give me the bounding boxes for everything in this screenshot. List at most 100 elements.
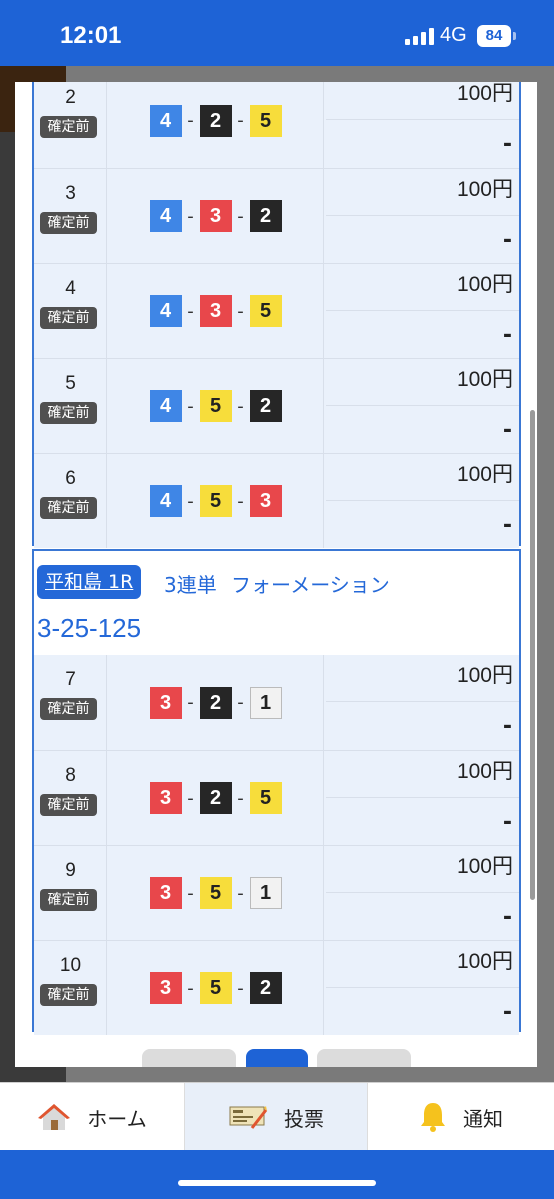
- boat-combination: 3-2-5: [108, 751, 324, 845]
- boat-number-badge: 2: [249, 972, 282, 1004]
- row-number-cell: 9 確定前: [34, 846, 107, 940]
- bet-amount: 100円: [326, 941, 519, 988]
- combination-separator: -: [237, 692, 244, 713]
- bet-amount: 100円: [326, 846, 519, 893]
- combination-separator: -: [237, 977, 244, 999]
- combination-separator: -: [187, 395, 194, 417]
- status-badge: 確定前: [40, 984, 97, 1006]
- bet-amount: 100円: [326, 655, 519, 702]
- row-number-cell: 5 確定前: [34, 359, 107, 453]
- row-number: 6: [65, 468, 76, 489]
- row-number: 9: [65, 860, 76, 881]
- bet-row: 4 確定前 4-3-5 100円 -: [34, 263, 519, 358]
- boat-number-badge: 4: [149, 295, 182, 327]
- boat-number-badge: 1: [249, 686, 282, 719]
- boat-number-badge: 2: [249, 390, 282, 422]
- boat-combination: 4-3-2: [108, 169, 324, 263]
- payout-value: -: [502, 132, 512, 157]
- bet-amount: 100円: [326, 454, 519, 501]
- bet-row: 10 確定前 3-5-2 100円 -: [34, 940, 519, 1035]
- boat-number-badge: 2: [249, 200, 282, 232]
- boat-number-badge: 4: [149, 390, 182, 422]
- home-indicator[interactable]: [178, 1180, 376, 1186]
- boat-number-badge: 4: [149, 200, 182, 232]
- boat-number-badge: 5: [249, 295, 282, 327]
- combination-separator: -: [187, 110, 194, 131]
- tab-home[interactable]: ホーム: [0, 1083, 185, 1151]
- boat-number-badge: 3: [199, 295, 232, 327]
- tab-home-label: ホーム: [87, 1106, 147, 1131]
- combination-separator: -: [187, 300, 194, 322]
- status-badge: 確定前: [40, 116, 97, 138]
- payout-value: -: [502, 905, 512, 930]
- boat-number-badge: 4: [149, 104, 182, 137]
- bet-type-label: 3連単: [164, 573, 217, 597]
- combination-separator: -: [187, 977, 194, 999]
- status-badge: 確定前: [40, 212, 97, 234]
- combination-separator: -: [187, 882, 194, 904]
- row-number: 5: [65, 373, 76, 394]
- boat-number-badge: 3: [249, 485, 282, 517]
- boat-number-badge: 5: [249, 104, 282, 137]
- bet-row: 6 確定前 4-5-3 100円 -: [34, 453, 519, 548]
- row-number-cell: 7 確定前: [34, 655, 107, 750]
- bet-method-label: フォーメーション: [231, 573, 390, 597]
- combination-separator: -: [237, 787, 244, 809]
- status-badge: 確定前: [40, 698, 97, 720]
- battery-tip: [513, 32, 516, 40]
- payout-value: -: [502, 228, 512, 253]
- combination-separator: -: [237, 395, 244, 417]
- bet-amount: 100円: [326, 169, 519, 216]
- system-bottom-area: [0, 1150, 554, 1199]
- bet-row: 7 確定前 3-2-1 100円 -: [34, 655, 519, 750]
- bet-block-1: 2 確定前 4-2-5 100円 -3 確定前 4-3-2 100円 -4 確定前 4-3-5 100…: [32, 82, 521, 548]
- bet-row: 8 確定前 3-2-5 100円 -: [34, 750, 519, 845]
- combination-separator: -: [187, 490, 194, 512]
- network-type: 4G: [440, 24, 467, 46]
- combination-separator: -: [187, 787, 194, 809]
- payout-value: -: [502, 810, 512, 835]
- boat-number-badge: 2: [199, 686, 232, 719]
- cellular-signal-icon: [405, 28, 434, 45]
- bet-row: 3 確定前 4-3-2 100円 -: [34, 168, 519, 263]
- bet-block-2: 平和島 1R 3連単 フォーメーション 3-25-125 7 確定前 3-2-1 10…: [32, 549, 521, 1035]
- row-number: 3: [65, 183, 76, 204]
- scrollbar-thumb[interactable]: [530, 410, 535, 900]
- payout-value: -: [502, 513, 512, 538]
- house-icon: [38, 1104, 71, 1130]
- status-badge: 確定前: [40, 889, 97, 911]
- boat-number-badge: 5: [249, 782, 282, 814]
- boat-combination: 3-5-2: [108, 941, 324, 1035]
- combination-separator: -: [237, 205, 244, 227]
- clock: 12:01: [60, 22, 122, 49]
- bet-amount: 100円: [326, 751, 519, 798]
- venue-race-link[interactable]: 平和島 1R: [37, 565, 142, 599]
- boat-combination: 3-2-1: [108, 655, 324, 750]
- boat-combination: 4-5-3: [108, 454, 324, 548]
- bet-amount: 100円: [326, 82, 519, 120]
- pager-button-3[interactable]: [317, 1049, 411, 1067]
- row-number-cell: 6 確定前: [34, 454, 107, 548]
- boat-number-badge: 3: [149, 686, 182, 719]
- pager-button-1[interactable]: [142, 1049, 236, 1067]
- row-number-cell: 8 確定前: [34, 751, 107, 845]
- status-badge: 確定前: [40, 794, 97, 816]
- combination-separator: -: [237, 110, 244, 131]
- row-number-cell: 10 確定前: [34, 941, 107, 1035]
- boat-combination: 4-2-5: [108, 82, 324, 168]
- boat-number-badge: 2: [199, 104, 232, 137]
- tab-notifications[interactable]: 通知: [368, 1083, 554, 1151]
- row-number-cell: 4 確定前: [34, 264, 107, 358]
- bet-row: 9 確定前 3-5-1 100円 -: [34, 845, 519, 940]
- status-badge: 確定前: [40, 307, 97, 329]
- boat-number-badge: 3: [199, 200, 232, 232]
- row-number: 7: [65, 669, 76, 690]
- boat-combination: 4-5-2: [108, 359, 324, 453]
- boat-number-badge: 1: [249, 877, 282, 909]
- payout-value: -: [502, 418, 512, 443]
- bet-row: 2 確定前 4-2-5 100円 -: [34, 82, 519, 168]
- tab-vote[interactable]: 投票: [185, 1083, 368, 1151]
- battery-icon: 84: [477, 25, 511, 47]
- row-number: 10: [59, 955, 82, 976]
- pager-button-2[interactable]: [246, 1049, 308, 1067]
